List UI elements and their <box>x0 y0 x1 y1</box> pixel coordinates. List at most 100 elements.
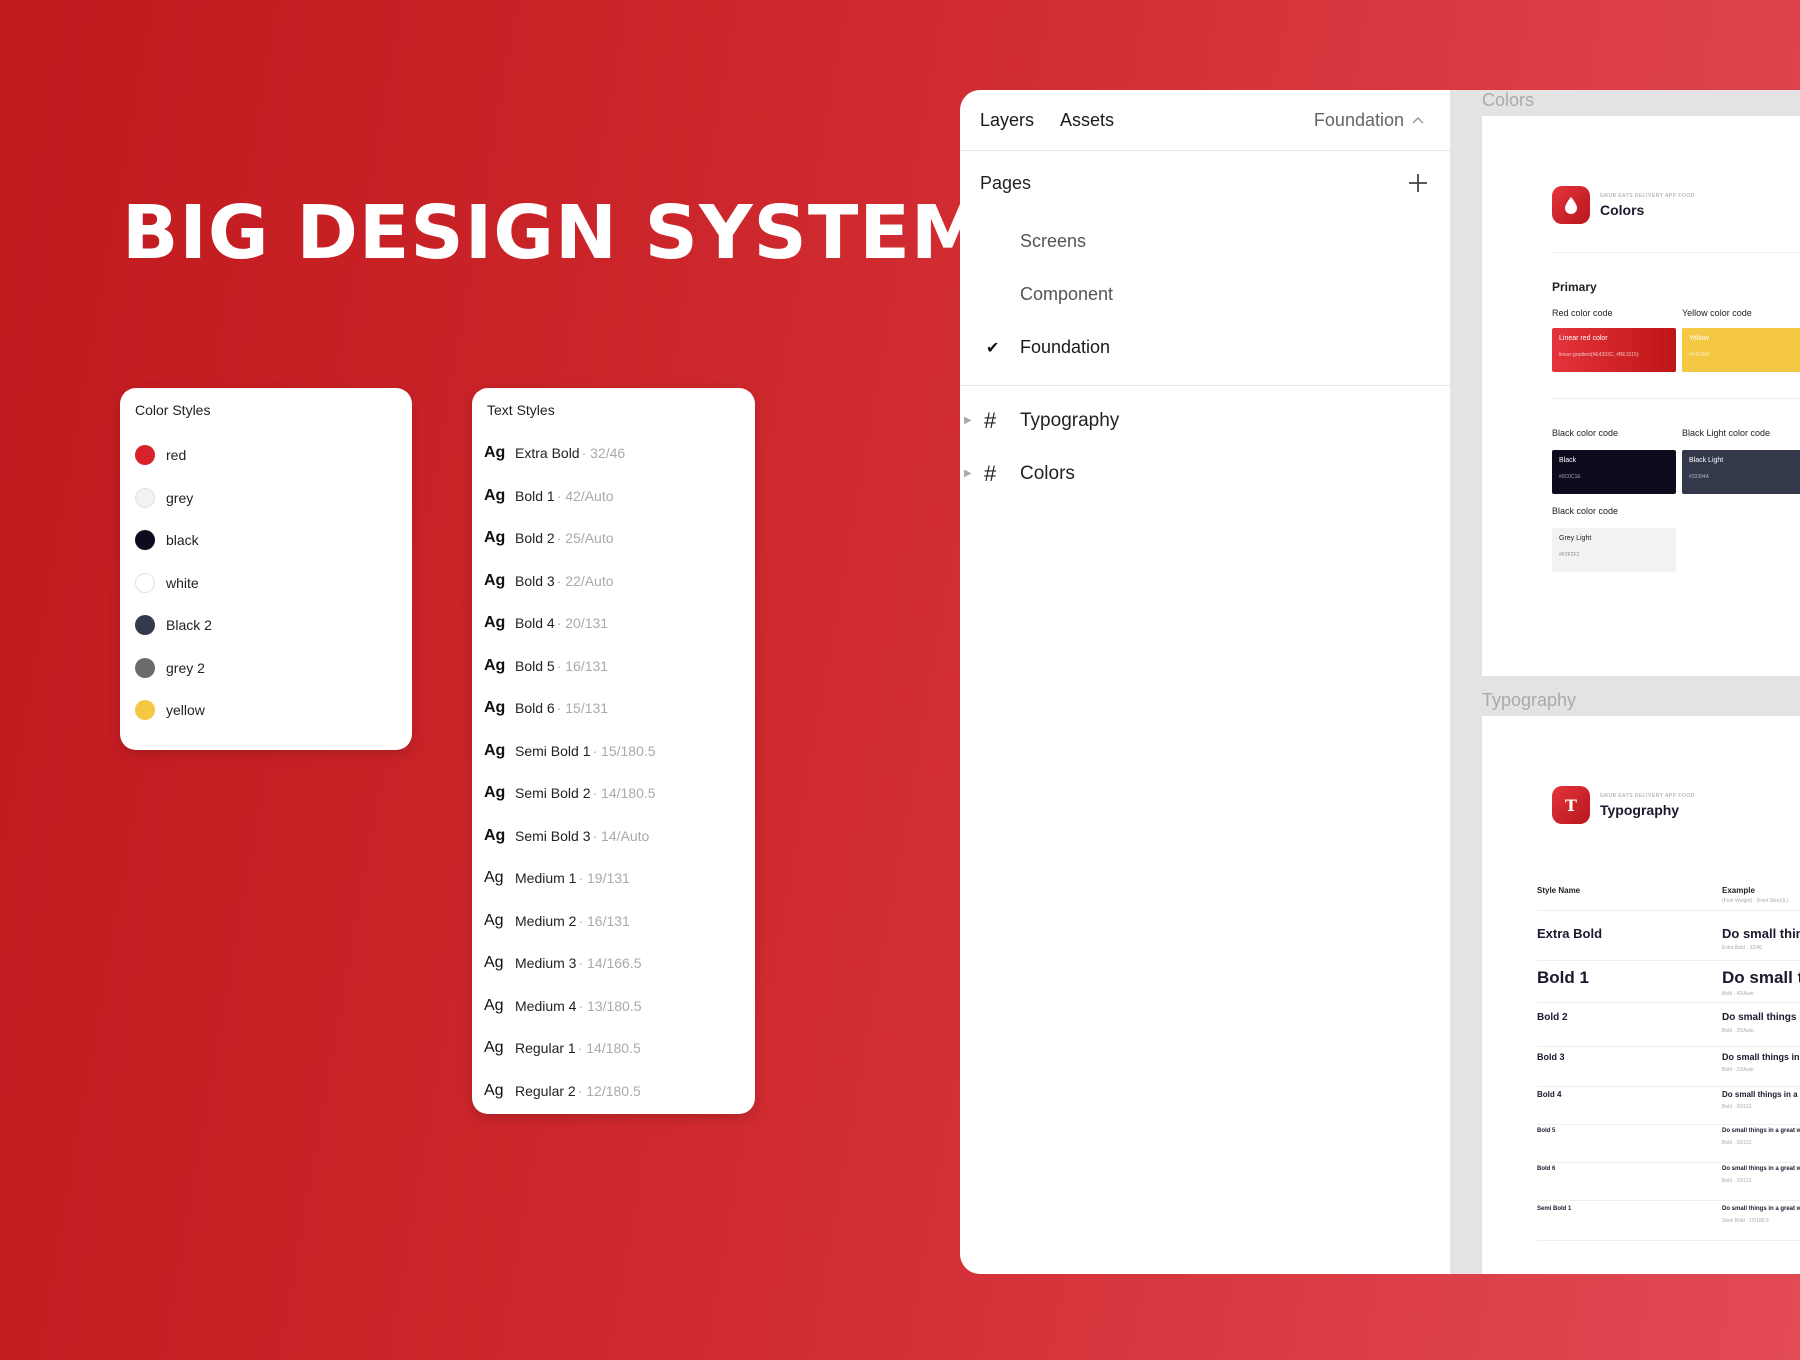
color-style-item[interactable]: white <box>120 562 412 605</box>
typography-row-rule <box>1537 1240 1800 1241</box>
grey-swatch-code: #F2F2F2 <box>1559 552 1580 558</box>
primary-heading: Primary <box>1552 280 1597 294</box>
text-style-name: Regular 1 <box>515 1040 576 1057</box>
yellow-swatch[interactable]: Yellow #F4C842 <box>1682 328 1800 372</box>
frame-icon: # <box>984 407 997 433</box>
expand-triangle-icon[interactable]: ▶ <box>964 468 984 479</box>
red-swatch-name: Linear red color <box>1559 335 1608 342</box>
text-style-glyph: Ag <box>484 911 504 929</box>
typography-style-name: Bold 2 <box>1537 1012 1568 1023</box>
design-canvas[interactable]: Colors GRUB EATS DELIVERY APP FOOD Color… <box>1450 90 1800 1274</box>
text-style-item[interactable]: Ag Bold 6 · 15/131 <box>472 687 755 730</box>
text-style-glyph: Ag <box>484 1081 504 1099</box>
colors-rule-1 <box>1552 252 1800 253</box>
text-styles-list: Ag Extra Bold · 32/46 Ag Bold 1 · 42/Auto Ag Bo… <box>472 432 755 1112</box>
text-style-spec: · 19/131 <box>578 870 630 887</box>
color-style-item[interactable]: yellow <box>120 689 412 732</box>
text-style-name: Bold 3 <box>515 572 555 589</box>
typography-row-rule <box>1537 960 1800 961</box>
text-style-item[interactable]: Ag Semi Bold 2 · 14/180.5 <box>472 772 755 815</box>
text-style-glyph: Ag <box>484 996 504 1014</box>
frame-layer-colors[interactable]: ▶ # Colors <box>960 447 1450 500</box>
text-style-item[interactable]: Ag Bold 2 · 25/Auto <box>472 517 755 560</box>
yellow-swatch-code: #F4C842 <box>1689 352 1710 358</box>
typography-style-meta: Bold · 16/131 <box>1722 1140 1752 1146</box>
panel-tabs: Layers Assets Foundation <box>960 90 1450 151</box>
typography-style-example: Do small things in a great way <box>1722 1206 1800 1212</box>
text-style-spec: · 14/180.5 <box>577 1040 641 1057</box>
color-style-name: Black 2 <box>166 617 212 634</box>
typography-row-rule <box>1537 1124 1800 1125</box>
yellow-swatch-name: Yellow <box>1689 335 1709 342</box>
text-style-name: Bold 1 <box>515 487 555 504</box>
black-swatch-name: Black <box>1559 457 1577 464</box>
typography-style-meta: Bold · 42/Auto <box>1722 991 1754 997</box>
frame-layer-typography[interactable]: ▶ # Typography <box>960 394 1450 447</box>
text-style-spec: · 13/180.5 <box>578 997 642 1014</box>
color-swatch-dot <box>135 615 155 636</box>
red-swatch[interactable]: Linear red color linear-gradient(#E4333C… <box>1552 328 1676 372</box>
typography-row-rule <box>1537 1086 1800 1087</box>
text-style-glyph: Ag <box>484 1039 504 1057</box>
page-item-screens[interactable]: Screens <box>960 215 1450 268</box>
text-style-glyph: Ag <box>484 444 506 462</box>
text-style-item[interactable]: Ag Bold 5 · 16/131 <box>472 645 755 688</box>
color-style-name: yellow <box>166 702 205 719</box>
color-style-item[interactable]: Black 2 <box>120 604 412 647</box>
text-style-spec: · 15/180.5 <box>592 742 656 759</box>
typography-style-example: Do small things <box>1722 968 1800 987</box>
text-style-item[interactable]: Ag Regular 1 · 14/180.5 <box>472 1027 755 1070</box>
text-style-item[interactable]: Ag Regular 2 · 12/180.5 <box>472 1070 755 1113</box>
text-style-item[interactable]: Ag Bold 4 · 20/131 <box>472 602 755 645</box>
text-styles-card: Text Styles Ag Extra Bold · 32/46 Ag Bold 1 ·… <box>472 388 755 1114</box>
text-style-item[interactable]: Ag Medium 4 · 13/180.5 <box>472 985 755 1028</box>
tab-layers[interactable]: Layers <box>980 110 1034 131</box>
typography-row-rule <box>1537 1200 1800 1201</box>
typography-frame[interactable]: T GRUB EATS DELIVERY APP FOOD Typography… <box>1482 716 1800 1274</box>
page-item-label: Component <box>1020 284 1114 304</box>
text-style-glyph: Ag <box>484 741 506 759</box>
text-style-glyph: Ag <box>484 614 506 632</box>
page-item-component[interactable]: Component <box>960 268 1450 321</box>
text-style-name: Medium 2 <box>515 912 577 929</box>
color-swatch-dot <box>135 700 155 721</box>
typography-style-example: Do small things in a great way <box>1722 1052 1800 1062</box>
typography-frame-label[interactable]: Typography <box>1482 690 1576 711</box>
colors-frame[interactable]: GRUB EATS DELIVERY APP FOOD Colors Prima… <box>1482 116 1800 676</box>
black-light-swatch[interactable]: Black Light #33394A <box>1682 450 1800 494</box>
typography-rule <box>1537 910 1800 911</box>
color-style-name: grey <box>166 489 194 506</box>
text-style-item[interactable]: Ag Bold 1 · 42/Auto <box>472 475 755 518</box>
plus-icon[interactable] <box>1408 173 1428 193</box>
text-style-spec: · 32/46 <box>581 445 626 462</box>
text-style-name: Semi Bold 3 <box>515 827 591 844</box>
text-style-item[interactable]: Ag Medium 1 · 19/131 <box>472 857 755 900</box>
typography-brand-sub: GRUB EATS DELIVERY APP FOOD <box>1600 792 1695 799</box>
current-page-selector[interactable]: Foundation <box>1314 110 1424 131</box>
color-style-name: black <box>166 532 199 549</box>
colors-frame-label[interactable]: Colors <box>1482 90 1534 111</box>
grey-swatch[interactable]: Grey Light #F2F2F2 <box>1552 528 1676 572</box>
text-styles-title: Text Styles <box>487 402 555 418</box>
color-style-item[interactable]: black <box>120 519 412 562</box>
text-style-item[interactable]: Ag Semi Bold 1 · 15/180.5 <box>472 730 755 773</box>
black-swatch[interactable]: Black #0C0C1E <box>1552 450 1676 494</box>
text-style-item[interactable]: Ag Semi Bold 3 · 14/Auto <box>472 815 755 858</box>
pages-list: Screens Component ✔ Foundation <box>960 215 1450 374</box>
text-style-name: Medium 4 <box>515 997 577 1014</box>
color-style-item[interactable]: red <box>120 434 412 477</box>
text-style-item[interactable]: Ag Medium 2 · 16/131 <box>472 900 755 943</box>
page-item-foundation[interactable]: ✔ Foundation <box>960 321 1450 374</box>
frames-list: ▶ # Typography ▶ # Colors <box>960 386 1450 500</box>
example-header-sub: (Font Weight) · (Font Size)/(L) <box>1722 898 1789 904</box>
color-style-item[interactable]: grey 2 <box>120 647 412 690</box>
color-style-item[interactable]: grey <box>120 477 412 520</box>
color-swatch-dot <box>135 530 155 551</box>
text-style-item[interactable]: Ag Bold 3 · 22/Auto <box>472 560 755 603</box>
black-light-swatch-code: #33394A <box>1689 474 1710 480</box>
text-style-glyph: Ag <box>484 699 506 717</box>
text-style-item[interactable]: Ag Medium 3 · 14/166.5 <box>472 942 755 985</box>
text-style-item[interactable]: Ag Extra Bold · 32/46 <box>472 432 755 475</box>
expand-triangle-icon[interactable]: ▶ <box>964 415 984 426</box>
tab-assets[interactable]: Assets <box>1060 110 1114 131</box>
